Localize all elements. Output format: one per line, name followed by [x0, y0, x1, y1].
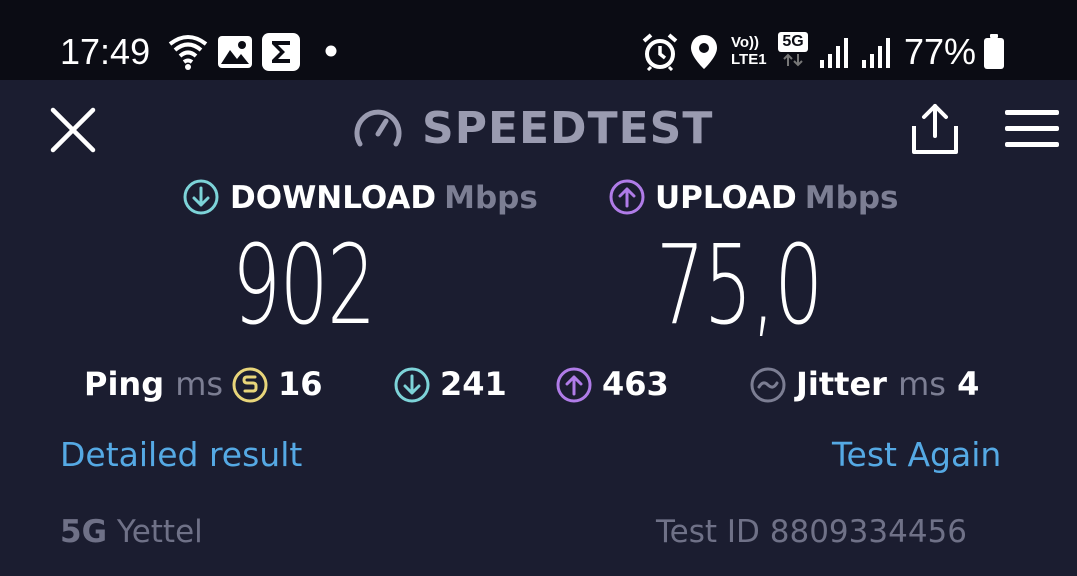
upload-value: 75,0: [656, 221, 823, 349]
ping-label: Ping: [84, 365, 165, 403]
jitter-icon: [750, 367, 786, 403]
jitter-unit: ms: [898, 365, 946, 403]
location-icon: [691, 35, 717, 69]
speedometer-icon: [354, 109, 402, 147]
signal-icon: [862, 38, 890, 68]
upload-latency-icon: [556, 367, 592, 403]
sigma-icon: [262, 33, 300, 71]
dot-icon: [325, 45, 337, 57]
jitter-stat: Jitter ms 4: [796, 364, 979, 404]
test-id: Test ID 8809334456: [656, 514, 967, 550]
download-latency-icon: [394, 367, 430, 403]
status-bar: 17:49 Vo)) LTE1 5G 77%: [0, 0, 1077, 80]
app-title: SPEEDTEST: [422, 103, 714, 154]
download-latency-value: 241: [440, 365, 507, 403]
5g-icon: 5G: [778, 32, 810, 70]
status-time: 17:49: [60, 31, 151, 72]
close-icon[interactable]: [50, 107, 96, 153]
upload-label: UPLOAD: [655, 180, 797, 216]
download-unit: Mbps: [444, 180, 538, 216]
battery-percentage: 77%: [904, 31, 977, 72]
lte-label: LTE1: [731, 51, 767, 68]
download-label: DOWNLOAD: [230, 180, 437, 216]
download-arrow-icon: [183, 179, 219, 215]
ping-stat: Ping ms: [84, 364, 223, 404]
gallery-icon: [218, 36, 252, 68]
jitter-value: 4: [957, 365, 980, 403]
carrier-name: Yettel: [116, 514, 203, 550]
battery-icon: [984, 34, 1004, 69]
alarm-icon: [642, 33, 678, 71]
upload-arrow-icon: [609, 179, 645, 215]
5g-label: 5G: [778, 32, 808, 52]
ping-icon: [232, 367, 268, 403]
volte-label: Vo)): [731, 34, 760, 51]
share-icon[interactable]: [910, 102, 960, 156]
ping-value: 16: [278, 365, 323, 403]
upload-unit: Mbps: [804, 180, 899, 216]
test-again-button[interactable]: Test Again: [832, 434, 1001, 476]
network-type: 5G: [60, 514, 108, 550]
jitter-label: Jitter: [796, 365, 887, 403]
upload-header: UPLOAD Mbps: [655, 178, 898, 218]
download-value: 902: [232, 221, 376, 349]
network-info: 5G Yettel: [60, 512, 203, 552]
volte-icon: Vo)) LTE1: [731, 34, 775, 70]
ping-unit: ms: [175, 365, 224, 403]
upload-latency-value: 463: [602, 365, 669, 403]
download-header: DOWNLOAD Mbps: [230, 178, 538, 218]
detailed-result-link[interactable]: Detailed result: [60, 434, 302, 476]
wifi-icon: [168, 35, 208, 70]
menu-icon[interactable]: [1003, 108, 1061, 150]
signal-icon: [820, 38, 848, 68]
